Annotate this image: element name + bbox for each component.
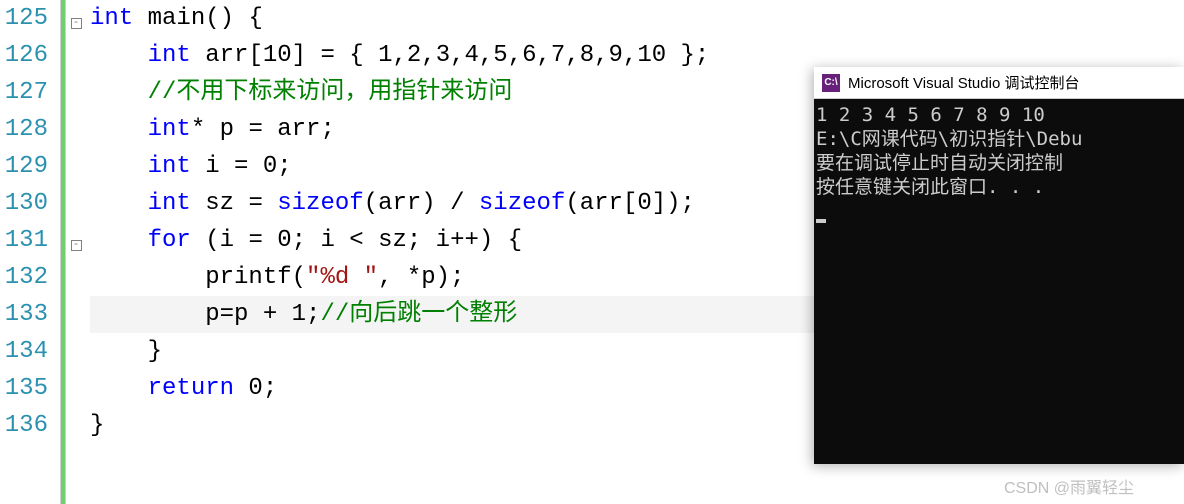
line-number: 129 bbox=[0, 148, 48, 185]
line-number: 130 bbox=[0, 185, 48, 222]
console-line: 1 2 3 4 5 6 7 8 9 10 bbox=[816, 103, 1182, 127]
line-number: 134 bbox=[0, 333, 48, 370]
line-number-gutter: 125126127128129130131132133134135136 bbox=[0, 0, 60, 504]
console-title: Microsoft Visual Studio 调试控制台 bbox=[848, 72, 1079, 93]
code-line[interactable]: int main() { bbox=[90, 0, 1184, 37]
fold-column: -- bbox=[66, 0, 86, 504]
line-number: 125 bbox=[0, 0, 48, 37]
console-line: E:\C网课代码\初识指针\Debu bbox=[816, 127, 1182, 151]
watermark: CSDN @雨翼轻尘 bbox=[1004, 474, 1134, 498]
console-cursor bbox=[816, 219, 826, 223]
line-number: 136 bbox=[0, 407, 48, 444]
line-number: 131 bbox=[0, 222, 48, 259]
vs-icon: C:\ bbox=[822, 74, 840, 92]
line-number: 128 bbox=[0, 111, 48, 148]
console-output[interactable]: 1 2 3 4 5 6 7 8 9 10E:\C网课代码\初识指针\Debu要在… bbox=[814, 99, 1184, 464]
fold-toggle-icon[interactable]: - bbox=[71, 240, 82, 251]
console-line: 按任意键关闭此窗口. . . bbox=[816, 175, 1182, 199]
line-number: 126 bbox=[0, 37, 48, 74]
line-number: 127 bbox=[0, 74, 48, 111]
line-number: 133 bbox=[0, 296, 48, 333]
line-number: 135 bbox=[0, 370, 48, 407]
fold-toggle-icon[interactable]: - bbox=[71, 18, 82, 29]
console-line: 要在调试停止时自动关闭控制 bbox=[816, 151, 1182, 175]
line-number: 132 bbox=[0, 259, 48, 296]
console-titlebar[interactable]: C:\ Microsoft Visual Studio 调试控制台 bbox=[814, 67, 1184, 99]
debug-console-window: C:\ Microsoft Visual Studio 调试控制台 1 2 3 … bbox=[814, 67, 1184, 464]
